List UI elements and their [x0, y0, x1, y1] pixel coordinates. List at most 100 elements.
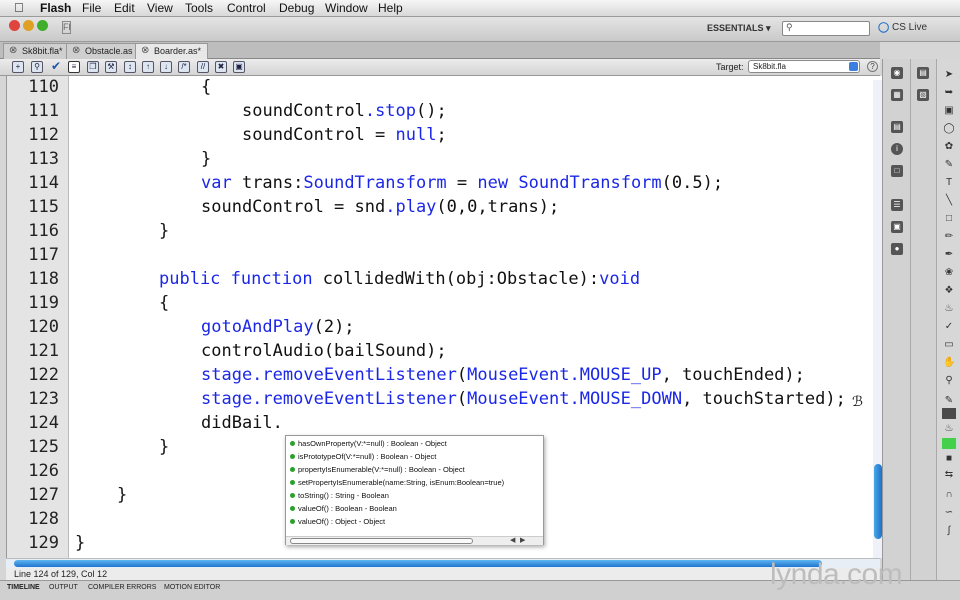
- status-bar: Line 124 of 129, Col 12: [6, 568, 880, 580]
- line-number: 128: [28, 509, 59, 529]
- info-icon[interactable]: i: [891, 143, 903, 155]
- subselection-tool-icon[interactable]: ➥: [943, 87, 955, 99]
- code-hint-icon[interactable]: ❐: [87, 61, 99, 73]
- fill-color-icon[interactable]: ♨: [943, 423, 955, 435]
- workspace-switcher[interactable]: ESSENTIALS ▾: [707, 23, 771, 34]
- selection-tool-icon[interactable]: ➤: [943, 69, 955, 81]
- brush-tool-icon[interactable]: ✒: [943, 249, 955, 261]
- code-snippets-icon[interactable]: ☰: [891, 199, 903, 211]
- scroll-thumb[interactable]: [874, 464, 882, 539]
- lasso-tool-icon[interactable]: ✿: [943, 141, 955, 153]
- apply-block-comment-icon[interactable]: /*: [178, 61, 190, 73]
- zoom-tool-icon[interactable]: ⚲: [943, 375, 955, 387]
- add-statement-icon[interactable]: +: [12, 61, 24, 73]
- text-cursor-icon: ℬ: [852, 393, 864, 409]
- text-tool-icon[interactable]: T: [943, 177, 955, 189]
- menu-help[interactable]: Help: [378, 1, 403, 15]
- show-hide-toolbox-icon[interactable]: ▣: [233, 61, 245, 73]
- menu-tools[interactable]: Tools: [185, 1, 213, 15]
- components-icon[interactable]: ▣: [891, 221, 903, 233]
- deco-tool-icon[interactable]: ❀: [943, 267, 955, 279]
- tab-timeline[interactable]: TIMELINE: [7, 584, 40, 591]
- library-icon[interactable]: ▧: [917, 89, 929, 101]
- color-icon[interactable]: ◉: [891, 67, 903, 79]
- tab-compiler-errors[interactable]: COMPILER ERRORS: [88, 584, 156, 591]
- menu-view[interactable]: View: [147, 1, 173, 15]
- swap-colors-icon[interactable]: ⇆: [943, 469, 955, 481]
- tab-output[interactable]: OUTPUT: [49, 584, 78, 591]
- straighten-icon[interactable]: ∫: [943, 525, 955, 537]
- zoom-window-icon[interactable]: [37, 20, 48, 31]
- search-icon: ⚲: [786, 22, 793, 32]
- hint-item[interactable]: valueOf() : Boolean - Boolean: [290, 504, 397, 513]
- black-and-white-icon[interactable]: ■: [943, 453, 955, 465]
- fill-color-swatch[interactable]: [942, 438, 956, 449]
- paint-bucket-tool-icon[interactable]: ♨: [943, 303, 955, 315]
- code-hint-popup[interactable]: hasOwnProperty(V:*=null) : Boolean - Obj…: [285, 435, 544, 545]
- snap-to-objects-icon[interactable]: ∩: [943, 489, 955, 501]
- eraser-tool-icon[interactable]: ▭: [943, 339, 955, 351]
- hint-item[interactable]: propertyIsEnumerable(V:*=null) : Boolean…: [290, 465, 465, 474]
- close-window-icon[interactable]: [9, 20, 20, 31]
- tab-motion-editor[interactable]: MOTION EDITOR: [164, 584, 220, 591]
- fl-icon: Fl: [62, 21, 71, 34]
- hint-item[interactable]: valueOf() : Object - Object: [290, 517, 385, 526]
- find-icon[interactable]: ⚲: [31, 61, 43, 73]
- line-tool-icon[interactable]: ╲: [943, 195, 955, 207]
- pencil-tool-icon[interactable]: ✏: [943, 231, 955, 243]
- close-tab-icon[interactable]: ⊗: [9, 45, 17, 56]
- apply-line-comment-icon[interactable]: //: [197, 61, 209, 73]
- close-tab-icon[interactable]: ⊗: [72, 45, 80, 56]
- close-tab-icon[interactable]: ⊗: [141, 45, 149, 56]
- scroll-left-icon[interactable]: ◀: [510, 536, 515, 544]
- hint-item[interactable]: setPropertyIsEnumerable(name:String, isE…: [290, 478, 504, 487]
- minimize-window-icon[interactable]: [23, 20, 34, 31]
- auto-format-icon[interactable]: ≡: [68, 61, 80, 73]
- hand-tool-icon[interactable]: ✋: [943, 357, 955, 369]
- scroll-thumb[interactable]: [14, 560, 822, 567]
- hint-item[interactable]: hasOwnProperty(V:*=null) : Boolean - Obj…: [290, 439, 447, 448]
- hint-item[interactable]: toString() : String - Boolean: [290, 491, 389, 500]
- check-syntax-icon[interactable]: ✔: [50, 60, 62, 73]
- menu-edit[interactable]: Edit: [114, 1, 135, 15]
- pen-tool-icon[interactable]: ✎: [943, 159, 955, 171]
- tab-sk8bit-fla[interactable]: ⊗ Sk8bit.fla*: [3, 43, 70, 59]
- motion-presets-icon[interactable]: ●: [891, 243, 903, 255]
- remove-comment-icon[interactable]: ✖: [215, 61, 227, 73]
- popup-horizontal-scrollbar[interactable]: ◀ ▶: [286, 536, 543, 545]
- tab-boarder-as[interactable]: ⊗ Boarder.as*: [135, 43, 209, 59]
- horizontal-scrollbar[interactable]: [6, 558, 880, 568]
- app-menu[interactable]: Flash: [40, 1, 71, 15]
- menu-window[interactable]: Window: [325, 1, 368, 15]
- menu-control[interactable]: Control: [227, 1, 266, 15]
- 3d-rotation-tool-icon[interactable]: ◯: [943, 123, 955, 135]
- transform-icon[interactable]: □: [891, 165, 903, 177]
- target-value: Sk8bit.fla: [753, 62, 786, 71]
- menu-debug[interactable]: Debug: [279, 1, 314, 15]
- collapse-selection-icon[interactable]: ↑: [142, 61, 154, 73]
- smooth-icon[interactable]: ∽: [943, 507, 955, 519]
- hint-item[interactable]: isPrototypeOf(V:*=null) : Boolean - Obje…: [290, 452, 436, 461]
- scroll-right-icon[interactable]: ▶: [520, 536, 525, 544]
- stroke-color-swatch[interactable]: [942, 408, 956, 419]
- menu-file[interactable]: File: [82, 1, 101, 15]
- collapse-between-braces-icon[interactable]: ↕: [124, 61, 136, 73]
- stroke-color-icon[interactable]: ✎: [943, 395, 955, 407]
- apple-icon[interactable]: : [14, 0, 24, 15]
- expand-all-icon[interactable]: ↓: [160, 61, 172, 73]
- eyedropper-tool-icon[interactable]: ✓: [943, 321, 955, 333]
- cs-live-button[interactable]: ◯ CS Live: [878, 22, 927, 33]
- method-icon: [290, 506, 295, 511]
- scroll-thumb[interactable]: [290, 538, 473, 544]
- properties-icon[interactable]: ▤: [917, 67, 929, 79]
- swatches-icon[interactable]: ▦: [891, 89, 903, 101]
- bone-tool-icon[interactable]: ❖: [943, 285, 955, 297]
- help-icon[interactable]: ?: [867, 61, 878, 72]
- align-icon[interactable]: ▤: [891, 121, 903, 133]
- debug-options-icon[interactable]: ⚒: [105, 61, 117, 73]
- target-select[interactable]: Sk8bit.fla: [748, 60, 860, 73]
- help-search-input[interactable]: ⚲: [782, 21, 870, 36]
- tab-obstacle-as[interactable]: ⊗ Obstacle.as: [66, 43, 140, 59]
- free-transform-tool-icon[interactable]: ▣: [943, 105, 955, 117]
- rectangle-tool-icon[interactable]: □: [943, 213, 955, 225]
